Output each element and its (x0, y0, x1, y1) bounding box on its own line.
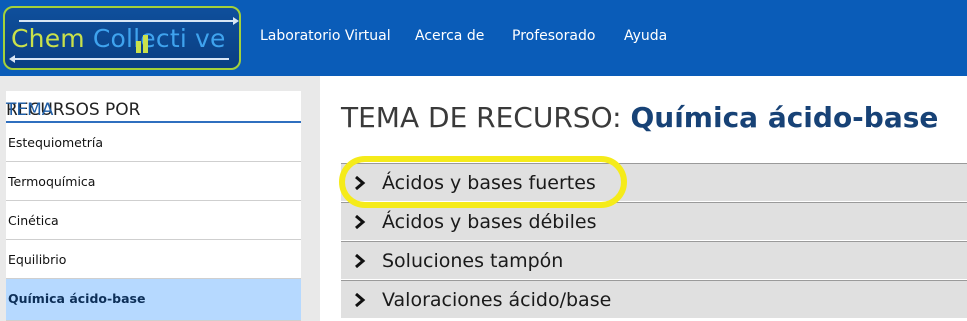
logo-word-co: Co (92, 24, 126, 53)
section-soluciones-tampon[interactable]: Soluciones tampón (341, 241, 967, 279)
chevron-right-icon (355, 293, 366, 307)
sidebar-heading: RECURSOS POR TEMA (6, 91, 301, 123)
chemcollective-logo[interactable]: Chem Collecti ve (3, 6, 241, 70)
section-label: Ácidos y bases fuertes (382, 172, 596, 194)
nav-ayuda[interactable]: Ayuda (624, 27, 667, 45)
section-acidos-bases-debiles[interactable]: Ácidos y bases débiles (341, 202, 967, 240)
sidebar-item-equilibrio[interactable]: Equilibrio (6, 240, 301, 279)
sidebar-heading-part2: TEMA (6, 100, 54, 120)
logo-wordmark: Chem Collecti ve (11, 23, 237, 55)
logo-word-chem: Chem (11, 24, 85, 53)
page-title-topic: Química ácido-base (630, 101, 939, 134)
page-title: TEMA DE RECURSO: Química ácido-base (341, 100, 938, 136)
sidebar-item-label: Química ácido-base (8, 291, 146, 306)
logo-bar-short (136, 41, 141, 53)
section-label: Soluciones tampón (382, 250, 564, 272)
nav-acerca-de[interactable]: Acerca de (415, 27, 484, 45)
nav-profesorado[interactable]: Profesorado (512, 27, 595, 45)
sidebar-item-label: Equilibrio (8, 252, 67, 267)
sidebar-item-label: Cinética (8, 213, 59, 228)
logo-arrow-bottom (9, 55, 229, 63)
chevron-right-icon (355, 176, 366, 190)
logo-bar-tall (143, 35, 148, 53)
resources-sidebar: RECURSOS POR TEMA Estequiometría Termoqu… (6, 91, 301, 321)
sidebar-item-label: Termoquímica (8, 174, 96, 189)
sidebar-item-estequiometria[interactable]: Estequiometría (6, 123, 301, 162)
section-label: Ácidos y bases débiles (382, 211, 597, 233)
section-valoraciones-acido-base[interactable]: Valoraciones ácido/base (341, 280, 967, 318)
sidebar-item-cinetica[interactable]: Cinética (6, 201, 301, 240)
logo-word-ve: ve (194, 24, 226, 53)
page-title-prefix: TEMA DE RECURSO: (341, 101, 622, 134)
nav-laboratorio-virtual[interactable]: Laboratorio Virtual (260, 27, 391, 45)
logo-arrow-top (19, 17, 239, 25)
sidebar-item-label: Estequiometría (8, 135, 104, 150)
top-navigation-bar: Chem Collecti ve Laboratorio Virtual Acerc… (0, 0, 967, 76)
sidebar-item-termoquimica[interactable]: Termoquímica (6, 162, 301, 201)
sidebar-item-quimica-acido-base[interactable]: Química ácido-base (6, 279, 301, 321)
chevron-right-icon (355, 254, 366, 268)
chevron-right-icon (355, 215, 366, 229)
section-label: Valoraciones ácido/base (382, 289, 612, 311)
section-acidos-bases-fuertes[interactable]: Ácidos y bases fuertes (341, 163, 967, 201)
